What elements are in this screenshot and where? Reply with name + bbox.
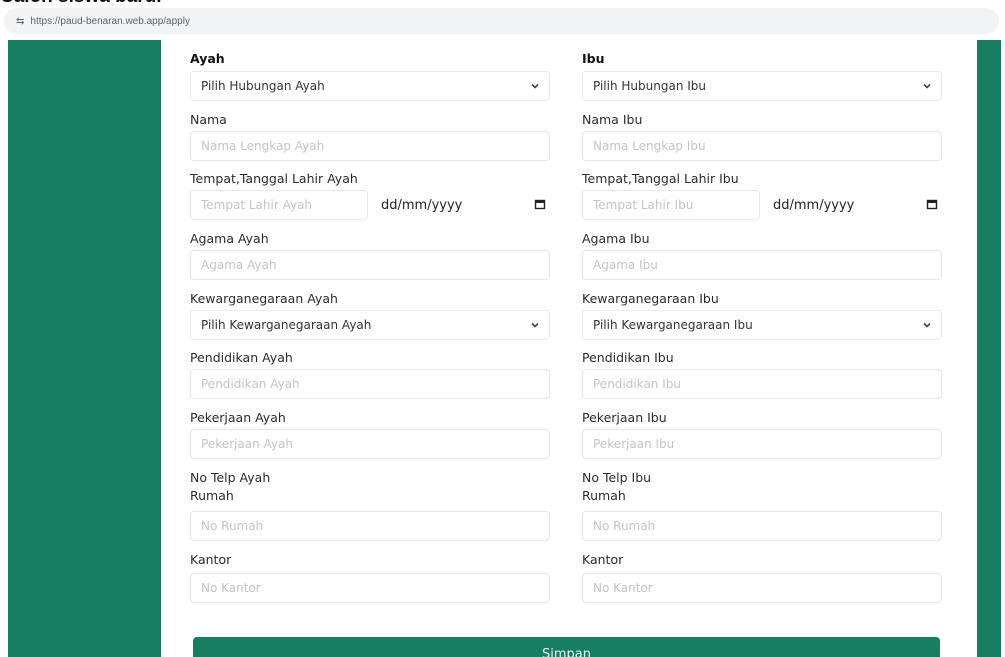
ibu-tanggal-value: dd/mm/yyyy xyxy=(773,197,855,213)
ayah-tempat-input[interactable]: Tempat Lahir Ayah xyxy=(190,190,368,220)
page-heading: Calon siswa baru. xyxy=(0,0,162,8)
ibu-agama-input[interactable]: Agama Ibu xyxy=(582,250,942,280)
ibu-kewarganegaraan-value: Pilih Kewarganegaraan Ibu xyxy=(593,318,753,332)
chevron-down-icon xyxy=(531,83,539,89)
ayah-nama-input[interactable]: Nama Lengkap Ayah xyxy=(190,131,550,161)
calendar-icon[interactable] xyxy=(926,198,938,210)
ibu-ttl-label: Tempat,Tanggal Lahir Ibu xyxy=(582,171,739,186)
ayah-ttl-label: Tempat,Tanggal Lahir Ayah xyxy=(190,171,358,186)
ibu-pendidikan-placeholder: Pendidikan Ibu xyxy=(593,377,681,391)
chevron-down-icon xyxy=(923,322,931,328)
ibu-pekerjaan-input[interactable]: Pekerjaan Ibu xyxy=(582,429,942,459)
ayah-pekerjaan-input[interactable]: Pekerjaan Ayah xyxy=(190,429,550,459)
address-bar[interactable]: ⇆ https://paud-benaran.web.app/apply xyxy=(4,8,999,34)
ayah-telp-label: No Telp Ayah xyxy=(190,470,271,485)
ibu-nama-label: Nama Ibu xyxy=(582,112,643,127)
ayah-kantor-label: Kantor xyxy=(190,552,232,567)
ayah-pendidikan-label: Pendidikan Ayah xyxy=(190,350,293,365)
ibu-rumah-input[interactable]: No Rumah xyxy=(582,511,942,541)
ayah-pendidikan-placeholder: Pendidikan Ayah xyxy=(201,377,300,391)
tune-icon[interactable]: ⇆ xyxy=(16,16,24,27)
ayah-rumah-input[interactable]: No Rumah xyxy=(190,511,550,541)
ibu-tempat-placeholder: Tempat Lahir Ibu xyxy=(593,198,694,212)
ayah-heading: Ayah xyxy=(190,51,225,66)
ayah-kewarganegaraan-select[interactable]: Pilih Kewarganegaraan Ayah xyxy=(190,310,550,340)
ayah-pekerjaan-label: Pekerjaan Ayah xyxy=(190,410,286,425)
ibu-nama-placeholder: Nama Lengkap Ibu xyxy=(593,139,706,153)
ayah-kantor-input[interactable]: No Kantor xyxy=(190,573,550,603)
ibu-tempat-input[interactable]: Tempat Lahir Ibu xyxy=(582,190,760,220)
ayah-kantor-placeholder: No Kantor xyxy=(201,581,261,595)
ayah-agama-input[interactable]: Agama Ayah xyxy=(190,250,550,280)
ibu-hubungan-select[interactable]: Pilih Hubungan Ibu xyxy=(582,71,942,101)
ayah-rumah-label: Rumah xyxy=(190,488,234,503)
ibu-kantor-label: Kantor xyxy=(582,552,624,567)
ayah-kewarganegaraan-label: Kewarganegaraan Ayah xyxy=(190,291,338,306)
ibu-pekerjaan-label: Pekerjaan Ibu xyxy=(582,410,667,425)
ayah-agama-label: Agama Ayah xyxy=(190,231,269,246)
ayah-nama-placeholder: Nama Lengkap Ayah xyxy=(201,139,325,153)
chevron-down-icon xyxy=(923,83,931,89)
ibu-telp-label: No Telp Ibu xyxy=(582,470,652,485)
ibu-hubungan-value: Pilih Hubungan Ibu xyxy=(593,79,707,93)
ibu-nama-input[interactable]: Nama Lengkap Ibu xyxy=(582,131,942,161)
ibu-heading: Ibu xyxy=(582,51,605,66)
ayah-tempat-placeholder: Tempat Lahir Ayah xyxy=(201,198,313,212)
ayah-kewarganegaraan-value: Pilih Kewarganegaraan Ayah xyxy=(201,318,372,332)
ibu-kewarganegaraan-select[interactable]: Pilih Kewarganegaraan Ibu xyxy=(582,310,942,340)
ibu-agama-placeholder: Agama Ibu xyxy=(593,258,658,272)
ibu-pendidikan-input[interactable]: Pendidikan Ibu xyxy=(582,369,942,399)
calendar-icon[interactable] xyxy=(534,198,546,210)
chevron-down-icon xyxy=(531,322,539,328)
ayah-hubungan-select[interactable]: Pilih Hubungan Ayah xyxy=(190,71,550,101)
ibu-kewarganegaraan-label: Kewarganegaraan Ibu xyxy=(582,291,719,306)
ayah-tanggal-value: dd/mm/yyyy xyxy=(381,197,463,213)
ibu-pekerjaan-placeholder: Pekerjaan Ibu xyxy=(593,437,675,451)
ibu-tanggal-input[interactable]: dd/mm/yyyy xyxy=(765,190,942,220)
ibu-rumah-placeholder: No Rumah xyxy=(593,519,656,533)
url-text: https://paud-benaran.web.app/apply xyxy=(30,15,190,27)
ayah-pendidikan-input[interactable]: Pendidikan Ayah xyxy=(190,369,550,399)
ibu-kantor-input[interactable]: No Kantor xyxy=(582,573,942,603)
ayah-pekerjaan-placeholder: Pekerjaan Ayah xyxy=(201,437,293,451)
ayah-agama-placeholder: Agama Ayah xyxy=(201,258,277,272)
save-button[interactable]: Simpan xyxy=(193,637,940,657)
ibu-agama-label: Agama Ibu xyxy=(582,231,650,246)
ibu-kantor-placeholder: No Kantor xyxy=(593,581,653,595)
ibu-pendidikan-label: Pendidikan Ibu xyxy=(582,350,674,365)
save-button-label: Simpan xyxy=(542,647,591,657)
ayah-nama-label: Nama xyxy=(190,112,227,127)
ayah-tanggal-input[interactable]: dd/mm/yyyy xyxy=(373,190,550,220)
ayah-hubungan-value: Pilih Hubungan Ayah xyxy=(201,79,325,93)
ibu-rumah-label: Rumah xyxy=(582,488,626,503)
ayah-rumah-placeholder: No Rumah xyxy=(201,519,264,533)
